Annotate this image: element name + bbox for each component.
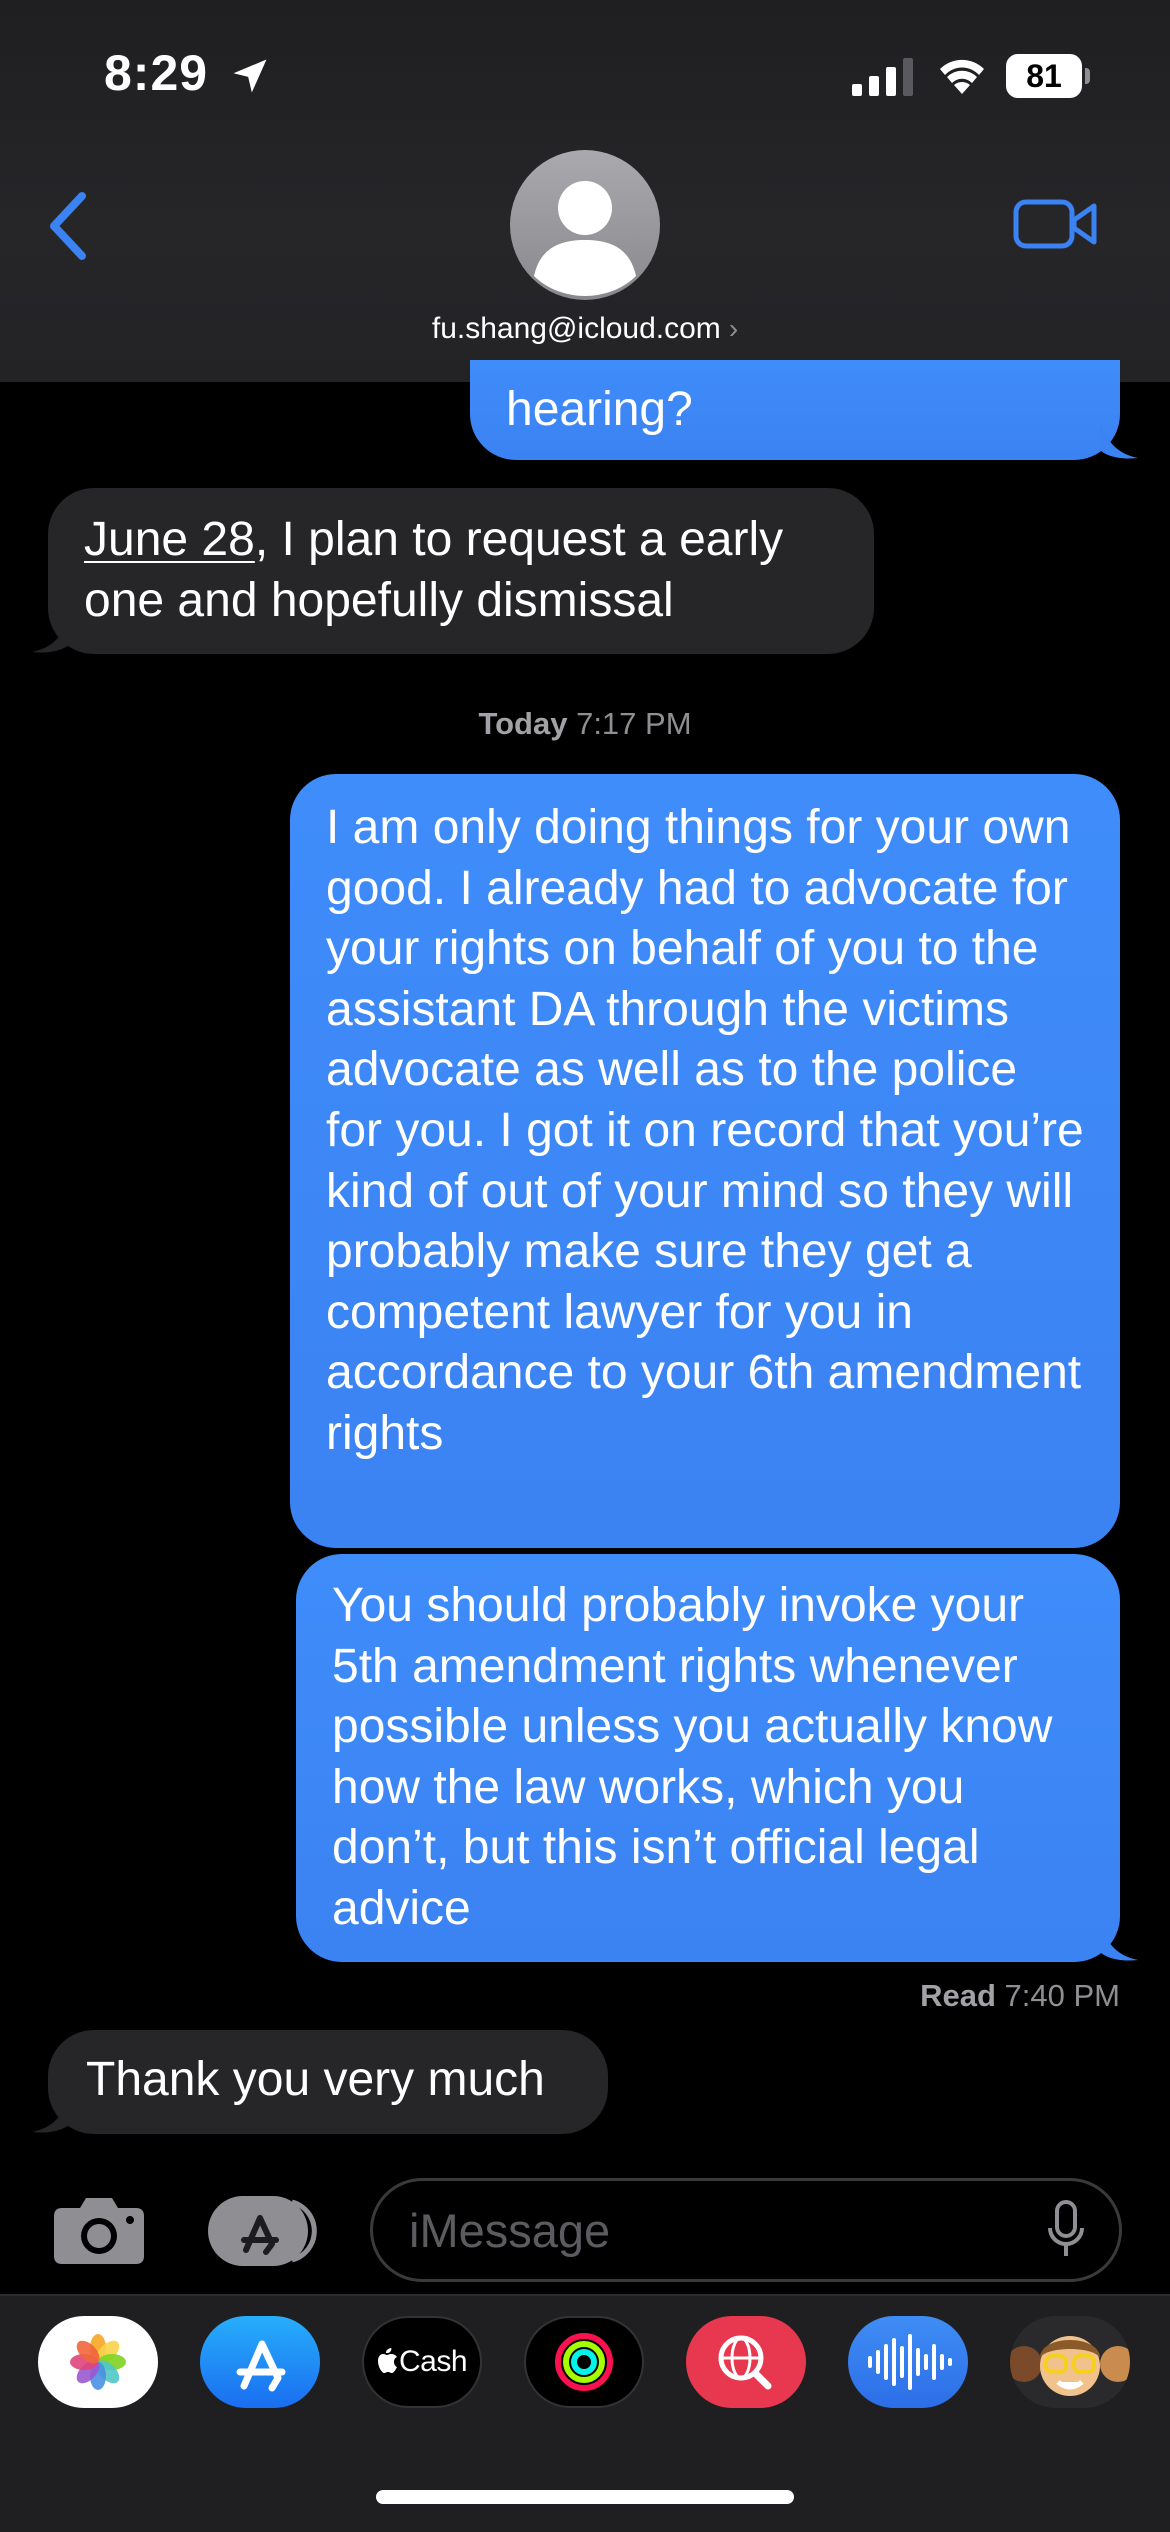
status-time: 8:29	[104, 45, 209, 101]
message-text: hearing?	[506, 383, 693, 436]
app-drawer-divider	[0, 2294, 1170, 2296]
audio-message-app-button[interactable]	[848, 2316, 968, 2408]
microphone-icon[interactable]	[1046, 2200, 1086, 2260]
bubble-tail	[32, 2094, 70, 2133]
facetime-video-icon[interactable]	[1012, 194, 1100, 254]
received-message-bubble[interactable]: June 28, I plan to request a early one a…	[48, 488, 874, 654]
read-receipt: Read 7:40 PM	[920, 1978, 1120, 2014]
fitness-app-button[interactable]	[524, 2316, 644, 2408]
sent-message-bubble-partial[interactable]: hearing?	[470, 360, 1120, 460]
bubble-tail	[1100, 1922, 1138, 1961]
message-text: I am only doing things for your own good…	[326, 801, 1084, 1460]
read-time: 7:40 PM	[1004, 1978, 1120, 2013]
person-silhouette-icon	[534, 181, 636, 296]
bubble-tail	[32, 614, 70, 653]
contact-name-row[interactable]: fu.shang@icloud.com ›	[0, 312, 1170, 346]
contact-avatar[interactable]	[510, 150, 660, 300]
apple-logo-icon	[377, 2348, 397, 2373]
timestamp-day: Today	[478, 706, 568, 741]
sent-message-bubble[interactable]: I am only doing things for your own good…	[290, 774, 1120, 1548]
battery-nub	[1085, 68, 1090, 84]
battery-level: 81	[1006, 54, 1082, 98]
photos-app-button[interactable]	[38, 2316, 158, 2408]
imessage-input[interactable]	[370, 2178, 1122, 2282]
apple-cash-label: Cash	[398, 2345, 468, 2378]
app-store-icon	[236, 2340, 286, 2392]
web-search-icon	[718, 2335, 772, 2390]
apps-store-icon[interactable]	[208, 2196, 320, 2266]
photos-icon	[70, 2334, 126, 2390]
memoji-icon	[1010, 2336, 1130, 2396]
camera-icon[interactable]	[52, 2194, 146, 2266]
location-arrow-icon	[233, 59, 267, 93]
home-indicator[interactable]	[376, 2490, 794, 2504]
battery-indicator: 81	[1006, 54, 1090, 98]
apple-cash-icon: Cash	[364, 2318, 480, 2406]
cellular-signal-icon	[852, 58, 913, 96]
bubble-tail	[1100, 420, 1138, 459]
date-link[interactable]: June 28	[84, 513, 255, 566]
contact-name: fu.shang@icloud.com	[431, 312, 721, 345]
memoji-app-button[interactable]	[1010, 2316, 1130, 2408]
apple-cash-app-button[interactable]: Cash	[362, 2316, 482, 2408]
conversation-timestamp: Today 7:17 PM	[0, 706, 1170, 742]
contact-chevron-icon: ›	[728, 313, 739, 344]
conversation-header: 8:29 81 fu.shang@icloud.com ›	[0, 0, 1170, 382]
web-search-app-button[interactable]	[686, 2316, 806, 2408]
timestamp-time: 7:17 PM	[576, 706, 692, 741]
read-label: Read	[920, 1978, 996, 2013]
audio-message-icon	[868, 2334, 952, 2390]
wifi-icon	[940, 59, 984, 94]
received-message-bubble[interactable]: Thank you very much	[48, 2030, 608, 2134]
back-chevron-icon[interactable]	[44, 190, 94, 262]
fitness-icon	[555, 2333, 613, 2391]
message-text: You should probably invoke your 5th amen…	[332, 1579, 1053, 1935]
sent-message-bubble[interactable]: You should probably invoke your 5th amen…	[296, 1554, 1120, 1962]
message-text: Thank you very much	[86, 2053, 545, 2106]
app-store-app-button[interactable]	[200, 2316, 320, 2408]
